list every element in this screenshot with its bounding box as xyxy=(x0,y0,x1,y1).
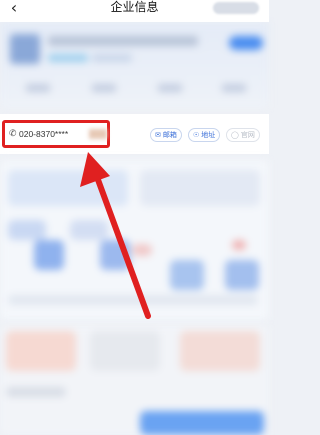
stat-item xyxy=(26,84,50,92)
feature-card[interactable] xyxy=(140,170,260,206)
company-header-card xyxy=(0,22,269,108)
contact-row: ✆ 020-8370**** ✉ 邮箱 ☉ 地址 ◯ 官网 xyxy=(0,114,269,154)
info-card[interactable] xyxy=(180,331,260,371)
stat-item xyxy=(158,84,182,92)
feature-item[interactable] xyxy=(8,220,46,240)
website-button-label: 官网 xyxy=(240,131,255,139)
website-button[interactable]: ◯ 官网 xyxy=(226,128,260,142)
top-bar-actions[interactable] xyxy=(213,2,259,14)
phone-number-redacted xyxy=(89,129,107,139)
info-card[interactable] xyxy=(90,331,160,371)
company-logo xyxy=(10,34,40,64)
phone-icon: ✆ xyxy=(9,129,17,139)
feature-badge xyxy=(132,244,152,256)
feature-grid xyxy=(0,160,269,320)
feature-icon[interactable] xyxy=(100,240,130,270)
company-tag xyxy=(92,54,132,62)
location-icon: ☉ xyxy=(193,131,200,139)
company-name xyxy=(48,36,198,46)
bottom-section xyxy=(0,325,269,435)
section-title xyxy=(6,387,66,397)
phone-number-highlight[interactable]: ✆ 020-8370**** xyxy=(2,120,110,148)
stat-item xyxy=(222,84,246,92)
globe-icon: ◯ xyxy=(231,131,239,139)
stat-item xyxy=(92,84,116,92)
bottom-action-button[interactable] xyxy=(140,411,264,435)
mail-icon: ✉ xyxy=(155,131,161,139)
feature-icon[interactable] xyxy=(170,260,204,290)
company-tag xyxy=(48,54,88,62)
follow-button[interactable] xyxy=(229,36,263,50)
feature-icon[interactable] xyxy=(225,260,259,290)
email-button-label: 邮箱 xyxy=(162,131,177,139)
address-button[interactable]: ☉ 地址 xyxy=(188,128,221,142)
email-button[interactable]: ✉ 邮箱 xyxy=(150,128,182,142)
top-bar: ‹ 企业信息 xyxy=(0,0,269,22)
feature-icon[interactable] xyxy=(34,240,64,270)
info-card[interactable] xyxy=(6,331,76,371)
feature-item[interactable] xyxy=(70,220,108,240)
phone-number: 020-8370**** xyxy=(19,129,69,139)
feature-card[interactable] xyxy=(8,170,128,206)
feature-row xyxy=(8,295,258,305)
address-button-label: 地址 xyxy=(201,131,216,139)
feature-badge xyxy=(232,240,246,250)
